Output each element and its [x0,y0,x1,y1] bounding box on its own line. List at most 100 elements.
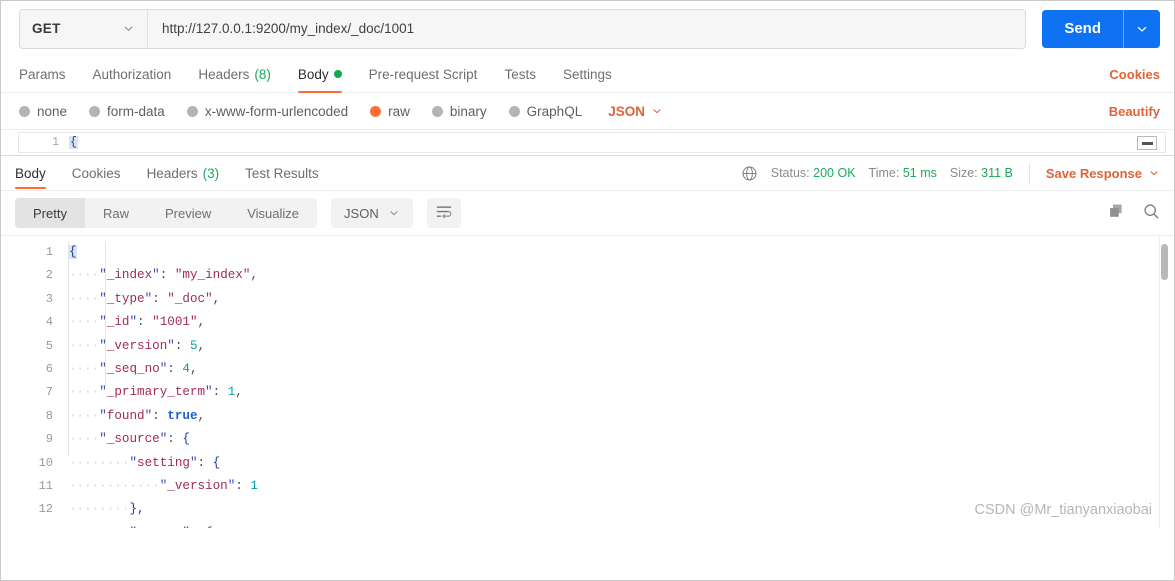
copy-icon[interactable] [1108,203,1125,223]
line-number: 5 [45,338,53,353]
tab-label: Tests [504,66,536,82]
tab-params[interactable]: Params [19,56,66,92]
line-number: 11 [38,478,53,493]
size-item: Size: 311 B [950,166,1013,180]
save-response-button[interactable]: Save Response [1046,166,1160,181]
tab-tests[interactable]: Tests [504,56,536,92]
response-scrollbar[interactable] [1159,236,1174,528]
code-line: 4 ····"_id": "1001", [1,311,1174,334]
response-body-code[interactable]: 1{2 ····"_index": "my_index", 3 ····"_type"… [1,235,1174,528]
radio-icon [186,105,198,117]
raw-format-label: JSON [608,103,645,119]
body-type-form-data[interactable]: form-data [89,104,165,119]
line-number: 7 [45,385,53,400]
line-number: 10 [38,455,53,470]
tab-count: (8) [254,66,271,82]
body-type-binary[interactable]: binary [431,103,487,119]
scrollbar-thumb[interactable] [1161,244,1168,280]
time-label: Time: [868,166,900,180]
chevron-down-icon [388,207,400,219]
body-type-label: x-www-form-urlencoded [204,103,349,119]
radio-icon [89,105,101,117]
tab-label: Cookies [71,165,121,181]
code-line: 6 ····"_seq_no": 4, [1,358,1174,381]
request-body-editor[interactable]: 1 { [1,129,1174,156]
send-options-button[interactable] [1123,9,1160,48]
beautify-button[interactable]: Beautify [1109,104,1160,119]
line-number: 9 [45,432,53,447]
response-tab-headers[interactable]: Headers (3) [147,156,220,190]
size-value: 311 B [981,166,1013,180]
request-url-bar: GET http://127.0.0.1:9200/my_index/_doc/… [1,1,1174,56]
code-line-text: ········"source": { [69,522,213,528]
tab-authorization[interactable]: Authorization [93,56,172,92]
radio-icon [19,105,30,117]
code-line: 8 ····"found": true, [1,405,1174,428]
body-type-none[interactable]: none [19,104,67,119]
size-label: Size: [949,166,978,180]
body-type-raw[interactable]: raw [370,104,410,119]
response-format-label: JSON [344,205,379,221]
line-number: 6 [45,361,53,376]
body-type-x-www-form-urlencoded[interactable]: x-www-form-urlencoded [186,103,349,119]
url-input[interactable]: http://127.0.0.1:9200/my_index/_doc/1001 [148,9,1026,48]
chevron-down-icon [122,22,135,35]
radio-icon [508,105,520,117]
globe-icon [741,165,758,182]
code-line: 5 ····"_version": 5, [1,335,1174,358]
time-item: Time: 51 ms [869,166,937,180]
line-number: 3 [45,291,53,306]
search-icon[interactable] [1143,203,1160,223]
code-line-text: ········"setting": { [69,455,221,470]
url-text: http://127.0.0.1:9200/my_index/_doc/1001 [162,21,415,36]
send-button[interactable]: Send [1042,9,1123,48]
code-line-text: ····"_id": "1001", [69,315,206,330]
body-type-graphql[interactable]: GraphQL [508,103,583,119]
response-view-mode-group: Pretty Raw Preview Visualize [15,198,318,228]
view-mode-raw[interactable]: Raw [85,198,147,228]
code-line-text: ········}, [69,502,145,517]
tab-label: Headers [198,66,250,82]
code-line: 11 ············"_version": 1 [1,475,1174,498]
line-number: 12 [38,502,53,517]
raw-format-dropdown[interactable]: JSON [608,104,663,119]
cookies-link[interactable]: Cookies [1109,67,1160,82]
response-tab-cookies[interactable]: Cookies [72,156,121,190]
http-method-label: GET [32,21,61,36]
send-group: Send [1042,9,1160,48]
response-actions [1108,203,1160,223]
response-format-dropdown[interactable]: JSON [331,198,413,228]
request-editor-line[interactable]: 1 { [18,132,1166,153]
response-tab-test-results[interactable]: Test Results [245,156,319,190]
watermark: CSDN @Mr_tianyanxiaobai [974,502,1152,518]
tab-headers[interactable]: Headers (8) [198,56,271,92]
postman-window: GET http://127.0.0.1:9200/my_index/_doc/… [0,0,1175,581]
tab-label: Params [19,66,66,82]
word-wrap-icon [435,204,453,223]
time-value: 51 ms [902,166,937,180]
tab-pre-request-script[interactable]: Pre-request Script [369,56,478,92]
view-mode-preview[interactable]: Preview [147,198,229,228]
tab-settings[interactable]: Settings [563,56,612,92]
collapse-editor-button[interactable] [1137,136,1157,150]
http-method-dropdown[interactable]: GET [20,9,148,48]
request-tabs: Params Authorization Headers (8) Body Pr… [1,56,1174,93]
body-type-label: GraphQL [526,103,583,119]
tab-body[interactable]: Body [297,56,342,93]
tab-label: Pre-request Script [368,66,478,82]
code-line: 1{ [1,241,1174,264]
view-mode-visualize[interactable]: Visualize [229,198,317,228]
response-tab-body[interactable]: Body [15,156,46,190]
code-line: 3 ····"_type": "_doc", [1,288,1174,311]
view-mode-pretty[interactable]: Pretty [15,198,85,228]
body-type-label: binary [449,103,487,119]
code-line-text: ····"_primary_term": 1, [69,385,243,400]
status-code-item: Status: 200 OK [771,166,856,180]
word-wrap-toggle[interactable] [426,198,461,228]
code-line-text: ····"_index": "my_index", [69,268,258,283]
body-type-row: none form-data x-www-form-urlencoded raw… [1,92,1174,129]
status-label: Status: [770,166,810,180]
chevron-down-icon [651,105,663,117]
tab-label: Authorization [92,66,172,82]
response-toolbar: Pretty Raw Preview Visualize JSON [1,190,1174,235]
